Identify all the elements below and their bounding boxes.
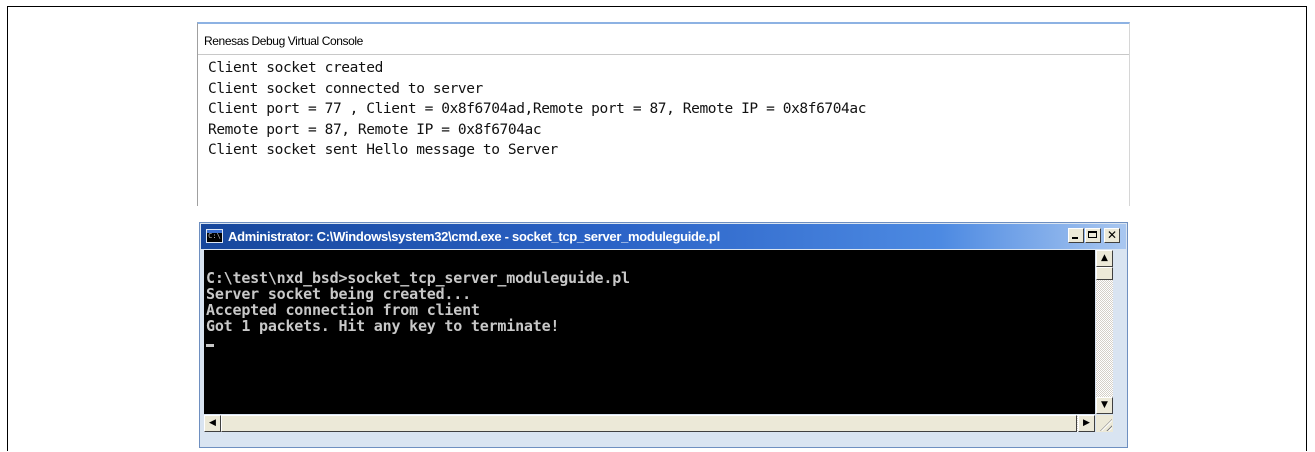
maximize-button[interactable] (1085, 228, 1101, 243)
console-line: Server socket being created... (206, 285, 471, 303)
scroll-right-button[interactable]: ▶ (1078, 415, 1095, 432)
debug-console-output: Client socket created Client socket conn… (208, 58, 866, 161)
debug-console-line: Client socket connected to server (208, 80, 483, 97)
vertical-scroll-thumb[interactable] (1096, 267, 1113, 280)
debug-console-divider (198, 54, 1129, 55)
cmd-titlebar[interactable]: C:\ Administrator: C:\Windows\system32\c… (201, 224, 1126, 249)
console-output: C:\test\nxd_bsd>socket_tcp_server_module… (206, 270, 630, 350)
window-controls: ✕ (1068, 228, 1120, 243)
scroll-up-button[interactable]: ▲ (1096, 250, 1113, 267)
horizontal-scroll-thumb[interactable] (221, 415, 1077, 432)
debug-console-line: Client port = 77 , Client = 0x8f6704ad,R… (208, 101, 867, 117)
scroll-left-button[interactable]: ◀ (204, 415, 221, 432)
close-button[interactable]: ✕ (1104, 228, 1120, 243)
resize-grip[interactable] (1096, 415, 1113, 432)
debug-console-line: Remote port = 87, Remote IP = 0x8f6704ac (208, 121, 542, 138)
console-line: C:\test\nxd_bsd>socket_tcp_server_module… (206, 269, 630, 287)
cmd-window-title: Administrator: C:\Windows\system32\cmd.e… (228, 229, 720, 244)
console-line: Got 1 packets. Hit any key to terminate! (206, 317, 560, 335)
console-line: Accepted connection from client (206, 301, 480, 319)
horizontal-scrollbar[interactable]: ◀ ▶ (204, 415, 1095, 432)
vertical-scrollbar[interactable]: ▲ ▼ (1096, 250, 1113, 414)
text-cursor (206, 344, 214, 347)
cmd-window: C:\ Administrator: C:\Windows\system32\c… (199, 222, 1128, 448)
minimize-button[interactable] (1068, 228, 1084, 243)
console-output-area[interactable]: C:\test\nxd_bsd>socket_tcp_server_module… (204, 250, 1095, 414)
debug-virtual-console: Renesas Debug Virtual Console Client soc… (197, 22, 1130, 206)
console-cursor-line (206, 334, 630, 350)
debug-console-title: Renesas Debug Virtual Console (204, 34, 363, 48)
scroll-down-button[interactable]: ▼ (1096, 397, 1113, 414)
cmd-app-icon[interactable]: C:\ (206, 229, 223, 243)
debug-console-line: Client socket sent Hello message to Serv… (208, 142, 558, 158)
debug-console-line: Client socket created (208, 60, 383, 76)
